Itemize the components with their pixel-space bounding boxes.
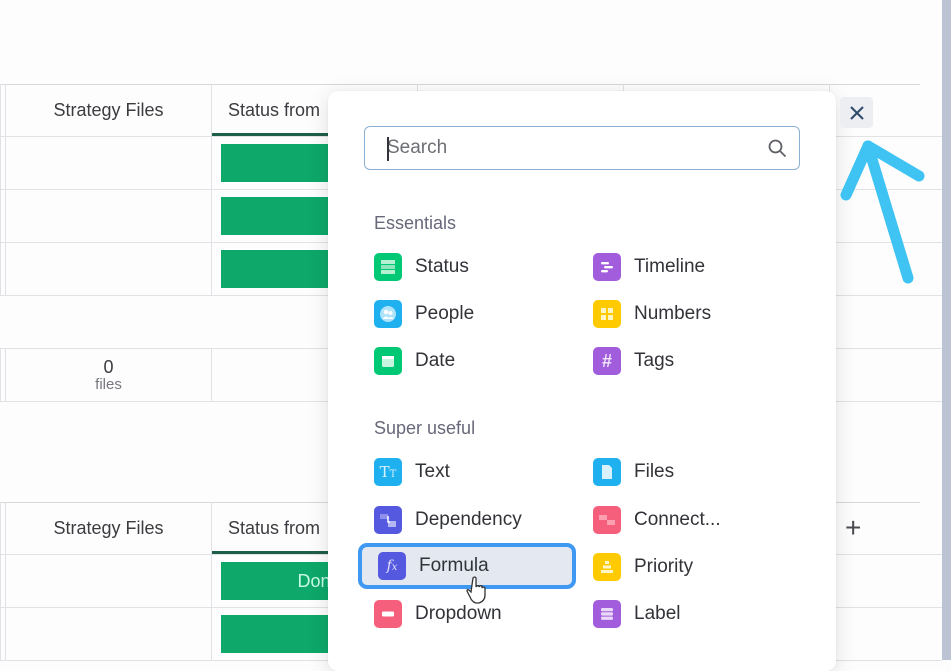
date-icon bbox=[374, 347, 402, 375]
close-dialog-button[interactable] bbox=[840, 97, 873, 128]
summary-cell bbox=[829, 349, 921, 401]
column-type-label: Status bbox=[415, 256, 469, 277]
table-cell[interactable] bbox=[829, 608, 921, 660]
column-type-label: Numbers bbox=[634, 303, 712, 324]
column-type-label: Date bbox=[415, 350, 456, 371]
strategy-files-cell[interactable] bbox=[5, 137, 211, 189]
column-header-strategy-files[interactable]: Strategy Files bbox=[5, 502, 211, 554]
column-type-status[interactable]: Status bbox=[374, 249, 574, 285]
search-box[interactable] bbox=[364, 126, 800, 170]
column-type-label: People bbox=[415, 303, 475, 324]
column-header-label: Status from bbox=[228, 517, 321, 538]
column-type-label: Dropdown bbox=[415, 603, 502, 624]
column-type-text[interactable]: TT Text bbox=[374, 454, 574, 490]
column-type-dependency[interactable]: Dependency bbox=[374, 502, 574, 538]
column-type-files[interactable]: Files bbox=[593, 454, 793, 490]
timeline-icon bbox=[593, 253, 621, 281]
annotation-arrow-icon bbox=[840, 140, 925, 284]
strategy-files-cell[interactable] bbox=[5, 243, 211, 295]
search-icon[interactable] bbox=[767, 138, 787, 158]
add-column-dialog: Essentials Status Timeline People Number… bbox=[328, 91, 836, 671]
column-type-priority[interactable]: Priority bbox=[593, 549, 793, 585]
column-type-label: Text bbox=[415, 461, 450, 482]
hand-cursor-icon bbox=[466, 576, 486, 604]
strategy-files-cell[interactable] bbox=[5, 190, 211, 242]
column-type-label-text: Label bbox=[634, 603, 681, 624]
column-type-connect-boards[interactable]: Connect... bbox=[593, 502, 793, 538]
tags-icon: # bbox=[593, 347, 621, 375]
section-title-essentials: Essentials bbox=[374, 213, 457, 233]
column-type-numbers[interactable]: Numbers bbox=[593, 296, 793, 332]
column-type-label: Connect... bbox=[634, 509, 721, 530]
search-input[interactable] bbox=[365, 136, 759, 160]
text-caret bbox=[387, 137, 389, 161]
dependency-icon bbox=[374, 506, 402, 534]
column-type-label: Formula bbox=[419, 555, 489, 576]
column-type-tags[interactable]: # Tags bbox=[593, 343, 793, 379]
files-count: 0 files bbox=[95, 356, 122, 393]
files-count-label: files bbox=[95, 375, 122, 393]
column-type-label: Files bbox=[634, 461, 675, 482]
numbers-icon bbox=[593, 300, 621, 328]
column-type-label: Tags bbox=[634, 350, 675, 371]
strategy-files-cell[interactable] bbox=[5, 555, 211, 607]
column-type-label[interactable]: Label bbox=[593, 596, 793, 632]
column-type-label: Priority bbox=[634, 556, 694, 577]
files-summary-cell[interactable]: 0 files bbox=[5, 349, 211, 401]
dropdown-icon bbox=[374, 600, 402, 628]
files-count-number: 0 bbox=[103, 356, 114, 377]
column-type-label: Timeline bbox=[634, 256, 706, 277]
column-header-label: Status from bbox=[228, 99, 321, 120]
label-icon bbox=[593, 600, 621, 628]
column-type-people[interactable]: People bbox=[374, 296, 574, 332]
add-column-cell[interactable] bbox=[829, 502, 921, 554]
status-icon bbox=[374, 253, 402, 281]
connect-boards-icon bbox=[593, 506, 621, 534]
column-type-timeline[interactable]: Timeline bbox=[593, 249, 793, 285]
people-icon bbox=[374, 300, 402, 328]
formula-icon: fx bbox=[378, 552, 406, 580]
column-header-strategy-files[interactable]: Strategy Files bbox=[5, 84, 211, 136]
table-cell[interactable] bbox=[829, 555, 921, 607]
column-header-label: Strategy Files bbox=[53, 517, 164, 538]
section-title-super-useful: Super useful bbox=[374, 418, 476, 438]
files-icon bbox=[593, 458, 621, 486]
strategy-files-cell[interactable] bbox=[5, 608, 211, 660]
column-type-date[interactable]: Date bbox=[374, 343, 574, 379]
window-scrollbar[interactable] bbox=[942, 0, 951, 660]
add-column-button[interactable]: + bbox=[845, 514, 861, 542]
column-header-label: Strategy Files bbox=[53, 99, 164, 120]
text-icon: TT bbox=[374, 458, 402, 486]
priority-icon bbox=[593, 553, 621, 581]
close-icon bbox=[849, 105, 864, 120]
column-type-label: Dependency bbox=[415, 509, 522, 530]
